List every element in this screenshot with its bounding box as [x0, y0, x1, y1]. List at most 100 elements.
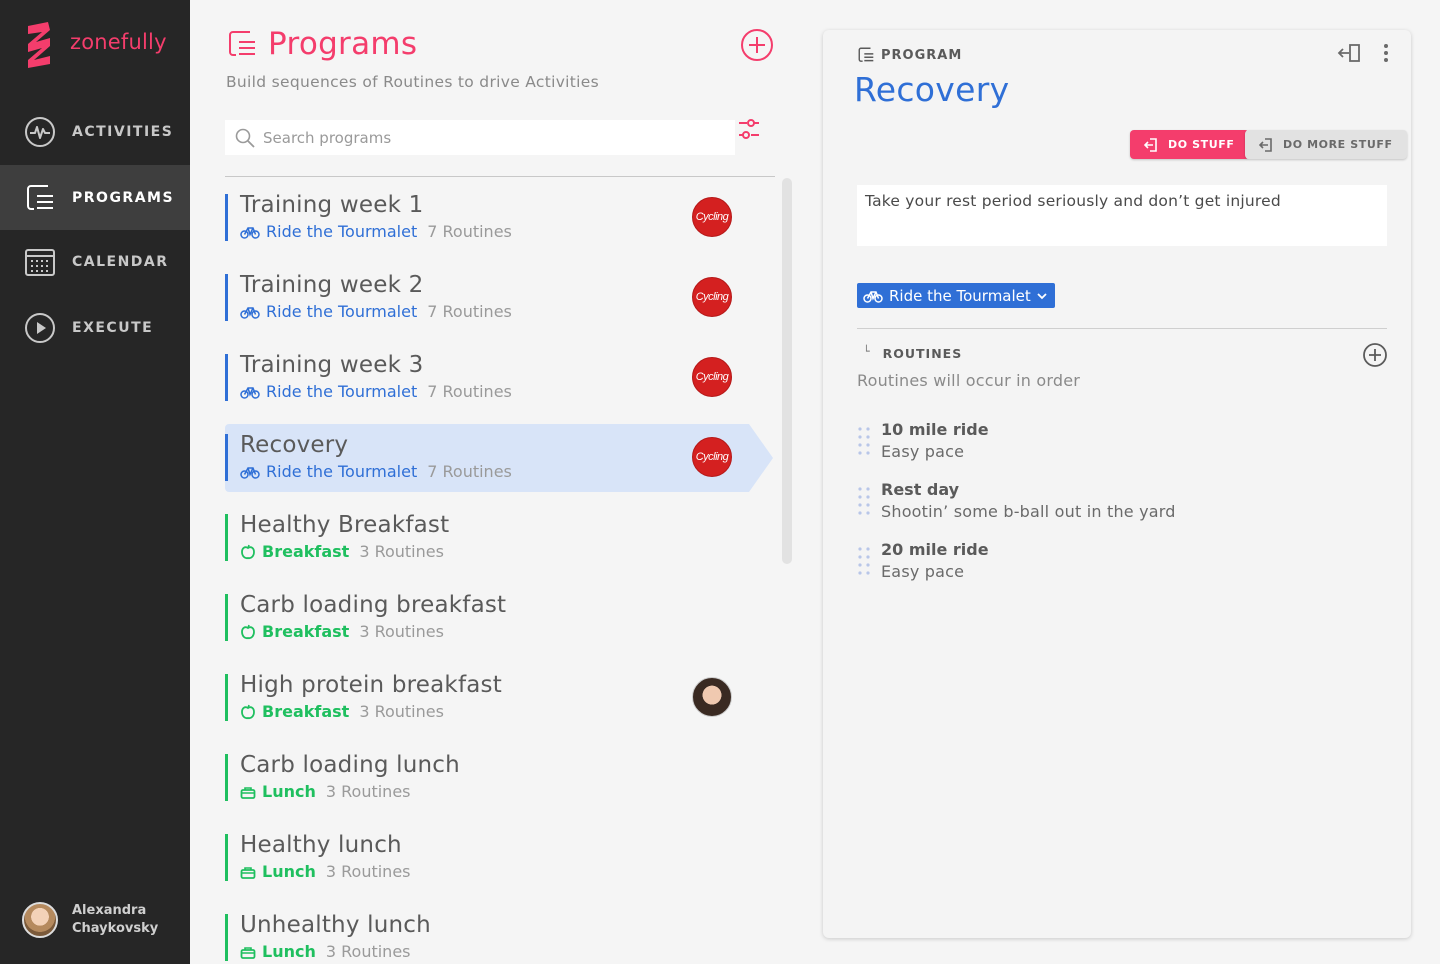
routine-count: 7 Routines	[427, 462, 512, 481]
category-bar	[225, 834, 228, 881]
program-list-item[interactable]: Recovery Ride the Tourmalet 7 Routines Cycl…	[225, 424, 785, 504]
program-list-item[interactable]: Healthy Breakfast Breakfast 3 Routines	[225, 504, 785, 584]
search-input[interactable]	[263, 128, 723, 147]
routine-count: 3 Routines	[359, 542, 444, 561]
program-list-item[interactable]: Training week 1 Ride the Tourmalet 7 Routi…	[225, 184, 785, 264]
zonefully-logo-icon	[28, 22, 50, 68]
programs-list: Training week 1 Ride the Tourmalet 7 Routi…	[225, 184, 785, 964]
do-more-stuff-button[interactable]: DO MORE STUFF	[1245, 130, 1407, 159]
routines-subtitle: Routines will occur in order	[857, 371, 1081, 390]
divider	[857, 328, 1387, 329]
corner-icon: └	[863, 345, 871, 358]
program-meta: Ride the Tourmalet 7 Routines	[240, 462, 512, 481]
program-name: Unhealthy lunch	[240, 912, 431, 938]
program-meta: Ride the Tourmalet 7 Routines	[240, 222, 512, 241]
page-subtitle: Build sequences of Routines to drive Act…	[226, 73, 599, 91]
program-name: High protein breakfast	[240, 672, 502, 698]
add-routine-button[interactable]	[1362, 342, 1388, 368]
routine-item[interactable]: 20 mile ride Easy pace	[857, 540, 1377, 592]
routine-count: 3 Routines	[325, 942, 411, 961]
app-logo[interactable]: zonefully	[24, 20, 167, 68]
program-meta: Lunch 3 Routines	[240, 782, 411, 801]
cycling-badge: Cycling	[692, 197, 732, 237]
sidebar: zonefully ACTIVITIES PROGRAMS CALENDAR E…	[0, 0, 190, 964]
nav-execute[interactable]: EXECUTE	[0, 295, 190, 360]
nav-programs[interactable]: PROGRAMS	[0, 165, 190, 230]
program-list-item[interactable]: Carb loading lunch Lunch 3 Routines	[225, 744, 785, 824]
category-bar	[225, 434, 228, 481]
search-icon	[235, 128, 255, 148]
app-name: zonefully	[70, 30, 167, 54]
bicycle-icon	[240, 306, 260, 319]
program-list-item[interactable]: High protein breakfast Breakfast 3 Routine…	[225, 664, 785, 744]
program-detail-panel: PROGRAM Recovery DO STUFF DO MORE STUFF …	[823, 30, 1411, 938]
program-tag: Lunch	[262, 942, 316, 961]
drag-handle-icon[interactable]	[857, 546, 871, 578]
routine-title: 20 mile ride	[881, 540, 989, 559]
program-list-item[interactable]: Unhealthy lunch Lunch 3 Routines	[225, 904, 785, 964]
category-bar	[225, 754, 228, 801]
programs-icon	[229, 31, 255, 56]
program-name: Training week 2	[240, 272, 424, 298]
program-tag: Lunch	[262, 862, 316, 881]
nav-activities[interactable]: ACTIVITIES	[0, 99, 190, 164]
program-list-item[interactable]: Training week 3 Ride the Tourmalet 7 Routi…	[225, 344, 785, 424]
routine-item[interactable]: 10 mile ride Easy pace	[857, 420, 1377, 472]
lunchbox-icon	[240, 786, 256, 799]
program-name: Healthy lunch	[240, 832, 402, 858]
lunchbox-icon	[240, 946, 256, 959]
detail-title: Recovery	[854, 70, 1010, 109]
nav-label: CALENDAR	[72, 253, 169, 270]
collapse-panel-icon[interactable]	[1337, 42, 1363, 64]
bicycle-icon	[863, 290, 883, 303]
drag-handle-icon[interactable]	[857, 486, 871, 518]
program-meta: Breakfast 3 Routines	[240, 542, 444, 561]
apple-icon	[241, 544, 255, 559]
program-tag: Breakfast	[262, 542, 350, 561]
drag-handle-icon[interactable]	[857, 426, 871, 458]
more-options-icon[interactable]	[1381, 42, 1391, 64]
program-tag: Ride the Tourmalet	[266, 302, 418, 321]
avatar	[692, 677, 732, 717]
program-tag: Ride the Tourmalet	[266, 382, 418, 401]
routine-count: 3 Routines	[325, 862, 411, 881]
user-profile[interactable]: Alexandra Chaykovsky	[22, 902, 158, 938]
do-stuff-button[interactable]: DO STUFF	[1130, 130, 1249, 159]
program-name: Training week 3	[240, 352, 424, 378]
programs-icon	[24, 182, 56, 214]
routine-count: 3 Routines	[359, 702, 444, 721]
enter-icon	[1259, 137, 1272, 152]
category-bar	[225, 274, 228, 321]
routine-item[interactable]: Rest day Shootin’ some b-ball out in the…	[857, 480, 1377, 532]
programs-icon	[858, 47, 874, 62]
program-meta: Breakfast 3 Routines	[240, 622, 444, 641]
nav-calendar[interactable]: CALENDAR	[0, 229, 190, 294]
category-bar	[225, 674, 228, 721]
goal-select[interactable]: Ride the Tourmalet	[857, 283, 1055, 308]
pulse-icon	[24, 116, 56, 148]
program-meta: Lunch 3 Routines	[240, 862, 411, 881]
description-field[interactable]: Take your rest period seriously and don’…	[857, 185, 1387, 246]
routine-subtitle: Easy pace	[881, 442, 965, 461]
apple-icon	[241, 624, 255, 639]
nav-label: ACTIVITIES	[72, 123, 174, 140]
calendar-icon	[24, 246, 56, 278]
category-bar	[225, 194, 228, 241]
category-bar	[225, 354, 228, 401]
program-list-item[interactable]: Healthy lunch Lunch 3 Routines	[225, 824, 785, 904]
program-tag: Ride the Tourmalet	[266, 462, 418, 481]
play-icon	[24, 312, 56, 344]
program-name: Carb loading lunch	[240, 752, 460, 778]
cycling-badge: Cycling	[692, 277, 732, 317]
program-list-item[interactable]: Training week 2 Ride the Tourmalet 7 Routi…	[225, 264, 785, 344]
program-tag: Breakfast	[262, 622, 350, 641]
routine-title: Rest day	[881, 480, 960, 499]
category-bar	[225, 594, 228, 641]
selection-arrow	[749, 424, 773, 492]
detail-kicker-label: PROGRAM	[881, 47, 963, 63]
program-name: Training week 1	[240, 192, 424, 218]
add-program-button[interactable]	[740, 28, 774, 62]
program-tag: Ride the Tourmalet	[266, 222, 418, 241]
filter-icon[interactable]	[736, 116, 766, 144]
program-list-item[interactable]: Carb loading breakfast Breakfast 3 Routine…	[225, 584, 785, 664]
